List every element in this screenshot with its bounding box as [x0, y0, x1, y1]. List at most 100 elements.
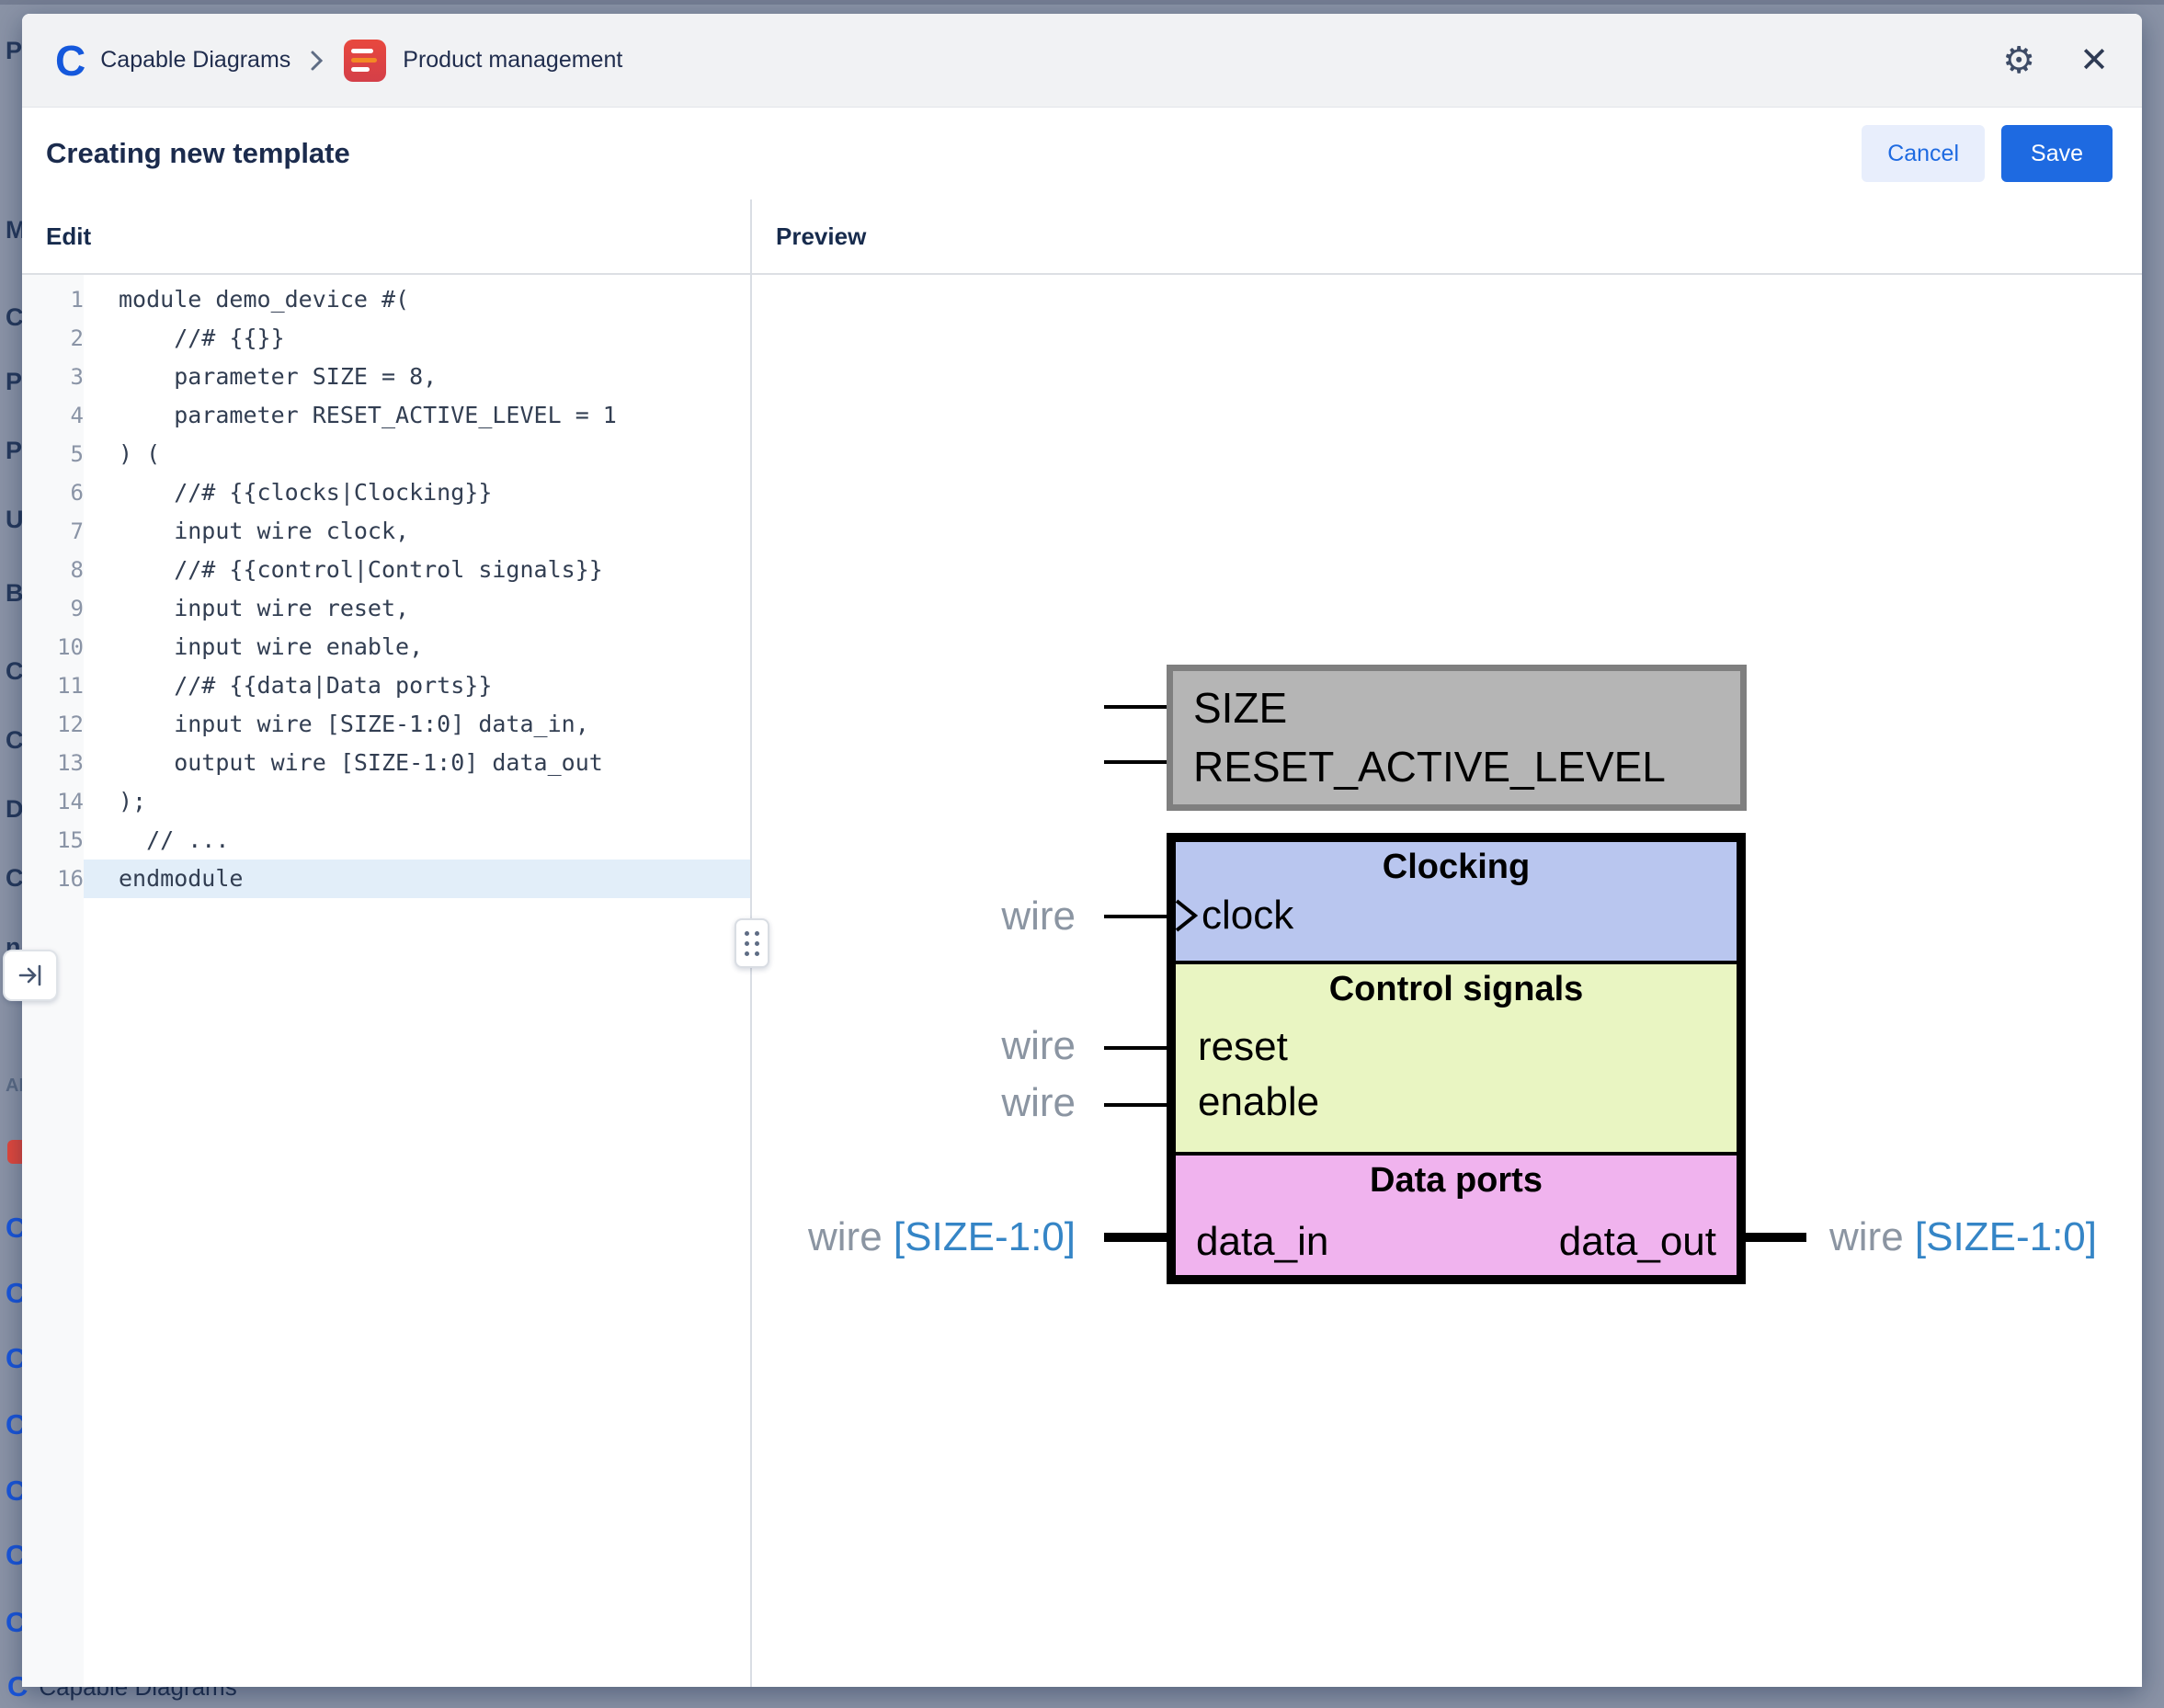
line-number: 6 — [22, 473, 84, 512]
code-line[interactable]: 9 input wire reset, — [22, 589, 750, 628]
code-line[interactable]: 4 parameter RESET_ACTIVE_LEVEL = 1 — [22, 396, 750, 435]
preview-pane: Preview SIZE RESET_ACTIVE_LEVEL wire wi — [752, 199, 2142, 1687]
code-line[interactable]: 12 input wire [SIZE-1:0] data_in, — [22, 705, 750, 744]
data-port-row: data_in data_out — [1176, 1218, 1737, 1266]
preview-canvas: SIZE RESET_ACTIVE_LEVEL wire wire wire w… — [752, 275, 2142, 1687]
code-text[interactable]: //# {{}} — [84, 319, 750, 358]
cancel-button[interactable]: Cancel — [1862, 125, 1985, 182]
bg-edge-letter: P — [6, 368, 22, 396]
pane-resize-handle[interactable] — [735, 918, 769, 968]
bg-edge-letter: C — [6, 864, 24, 893]
bg-edge-letter: U — [6, 506, 24, 534]
bg-edge-letter: C — [6, 726, 24, 755]
control-section: Control signals reset enable — [1176, 964, 1737, 1152]
param-reset-level-label: RESET_ACTIVE_LEVEL — [1193, 741, 1740, 794]
bus-line-data-out — [1746, 1233, 1806, 1242]
wire-line-enable — [1104, 1103, 1167, 1107]
wire-line-clock — [1104, 915, 1167, 918]
code-text[interactable]: output wire [SIZE-1:0] data_out — [84, 744, 750, 782]
line-number: 8 — [22, 551, 84, 589]
create-template-dialog: C Capable Diagrams Product management ⚙ … — [22, 14, 2142, 1687]
code-line[interactable]: 11 //# {{data|Data ports}} — [22, 666, 750, 705]
preview-pane-header: Preview — [752, 199, 2142, 275]
code-text[interactable]: input wire enable, — [84, 628, 750, 666]
code-text-highlighted[interactable]: endmodule — [84, 860, 750, 898]
bg-edge-letter: B — [6, 579, 24, 608]
bg-edge-letter: D — [6, 795, 24, 824]
bus-label-right: wire [SIZE-1:0] — [1829, 1213, 2097, 1261]
device-block: Clocking clock Control signals reset ena… — [1167, 833, 1746, 1284]
data-section: Data ports data_in data_out — [1176, 1156, 1737, 1275]
bus-label-right-wire: wire — [1829, 1214, 1904, 1259]
settings-gear-icon[interactable]: ⚙ — [2002, 42, 2035, 79]
param-stub-wire — [1104, 760, 1167, 764]
bg-edge-letter: P — [6, 37, 22, 65]
code-line[interactable]: 7 input wire clock, — [22, 512, 750, 551]
code-line[interactable]: 1module demo_device #( — [22, 280, 750, 319]
edit-pane-label: Edit — [46, 222, 91, 251]
line-number: 9 — [22, 589, 84, 628]
wire-label-enable: wire — [752, 1079, 1076, 1127]
bus-line-data-in — [1104, 1233, 1167, 1242]
edit-pane: Edit 1module demo_device #( 2 //# {{}} 3… — [22, 199, 752, 1687]
line-number: 7 — [22, 512, 84, 551]
code-text[interactable]: input wire clock, — [84, 512, 750, 551]
section-title-control: Control signals — [1176, 970, 1737, 1009]
code-text[interactable]: parameter RESET_ACTIVE_LEVEL = 1 — [84, 396, 750, 435]
code-text[interactable]: //# {{control|Control signals}} — [84, 551, 750, 589]
sidebar-expand-button[interactable] — [3, 950, 58, 1001]
code-line[interactable]: 15 // ... — [22, 821, 750, 860]
save-button[interactable]: Save — [2001, 125, 2113, 182]
clocking-section: Clocking clock — [1176, 842, 1737, 961]
line-number: 10 — [22, 628, 84, 666]
dialog-title-row: Creating new template Cancel Save — [22, 108, 2142, 199]
code-line[interactable]: 14); — [22, 782, 750, 821]
bus-label-left-wire: wire — [808, 1214, 883, 1259]
code-text[interactable]: parameter SIZE = 8, — [84, 358, 750, 396]
line-number: 12 — [22, 705, 84, 744]
code-line[interactable]: 3 parameter SIZE = 8, — [22, 358, 750, 396]
line-number: 14 — [22, 782, 84, 821]
wire-label-reset: wire — [752, 1022, 1076, 1070]
port-clock: clock — [1176, 892, 1293, 939]
code-line[interactable]: 6 //# {{clocks|Clocking}} — [22, 473, 750, 512]
grip-dots-icon — [745, 931, 759, 956]
code-text[interactable]: ) ( — [84, 435, 750, 473]
line-number: 16 — [22, 860, 84, 898]
code-text[interactable]: //# {{clocks|Clocking}} — [84, 473, 750, 512]
dialog-header: C Capable Diagrams Product management ⚙ … — [22, 14, 2142, 108]
clock-marker-icon — [1176, 899, 1198, 932]
breadcrumb-page-name: Product management — [403, 47, 622, 74]
code-editor[interactable]: 1module demo_device #( 2 //# {{}} 3 para… — [22, 275, 750, 1687]
bg-edge-letter: P — [6, 437, 22, 465]
line-number: 5 — [22, 435, 84, 473]
code-line[interactable]: 10 input wire enable, — [22, 628, 750, 666]
code-line[interactable]: 8 //# {{control|Control signals}} — [22, 551, 750, 589]
preview-pane-label: Preview — [776, 222, 866, 251]
code-text[interactable]: module demo_device #( — [84, 280, 750, 319]
edit-pane-header: Edit — [22, 199, 750, 275]
code-line[interactable]: 13 output wire [SIZE-1:0] data_out — [22, 744, 750, 782]
dialog-title: Creating new template — [46, 137, 350, 170]
bg-edge-letter: C — [6, 657, 24, 686]
code-line[interactable]: 5) ( — [22, 435, 750, 473]
line-number: 13 — [22, 744, 84, 782]
section-title-clocking: Clocking — [1176, 848, 1737, 887]
expand-sidebar-icon — [17, 962, 44, 989]
close-dialog-icon[interactable]: ✕ — [2079, 43, 2109, 78]
code-text[interactable]: input wire [SIZE-1:0] data_in, — [84, 705, 750, 744]
breadcrumb-app-name: Capable Diagrams — [100, 47, 290, 74]
param-stub-wire — [1104, 705, 1167, 709]
section-title-data: Data ports — [1176, 1161, 1737, 1201]
code-text[interactable]: //# {{data|Data ports}} — [84, 666, 750, 705]
code-text[interactable]: input wire reset, — [84, 589, 750, 628]
window-top-edge — [0, 0, 2164, 5]
port-clock-label: clock — [1202, 892, 1293, 939]
dialog-body: Edit 1module demo_device #( 2 //# {{}} 3… — [22, 199, 2142, 1687]
code-text[interactable]: ); — [84, 782, 750, 821]
port-enable: enable — [1198, 1078, 1319, 1126]
code-line[interactable]: 16endmodule — [22, 860, 750, 898]
product-management-icon — [344, 40, 386, 82]
code-text[interactable]: // ... — [84, 821, 750, 860]
code-line[interactable]: 2 //# {{}} — [22, 319, 750, 358]
